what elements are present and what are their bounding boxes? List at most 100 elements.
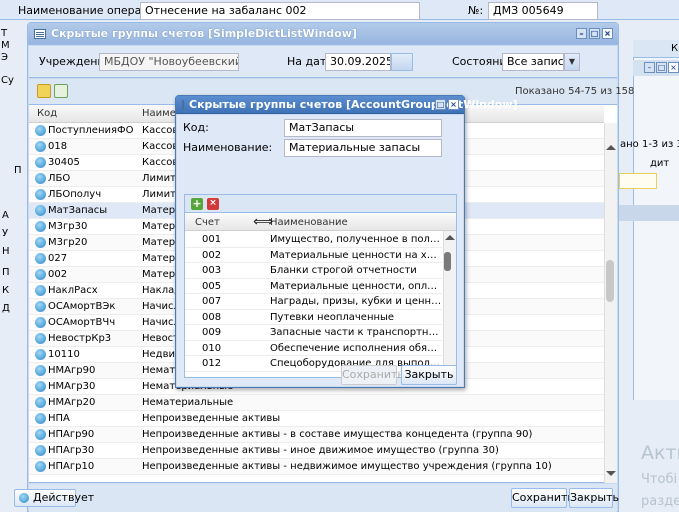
cell-account: 002 <box>202 249 222 261</box>
cell-account: 005 <box>202 280 222 292</box>
maximize-icon[interactable]: □ <box>656 62 667 73</box>
accounts-scroll-thumb[interactable] <box>444 252 451 271</box>
cell-code: ПоступленияФО <box>48 125 134 136</box>
record-status-icon <box>35 429 46 440</box>
column-header-account[interactable]: Счет <box>195 217 220 228</box>
accounts-header: Счет Наименование ⟺ <box>185 214 456 231</box>
status-button[interactable]: Действует <box>14 489 94 507</box>
edit-window-title: Скрытые группы счетов [AccountGroupEditW… <box>189 98 518 111</box>
column-header-name[interactable]: Наименование <box>270 217 348 228</box>
save-button[interactable]: Сохранить <box>341 365 404 385</box>
list-window-footer: Сохранить Закрыть <box>29 484 619 512</box>
table-row[interactable]: 001 Имущество, полученное в пользование <box>185 232 442 248</box>
accounts-grid: + × Счет Наименование ⟺ 001 Имущество, по… <box>184 194 457 378</box>
bg-fragment: П <box>2 267 10 278</box>
list-grid-scroll-thumb[interactable] <box>606 260 614 302</box>
cell-account: 008 <box>202 311 222 323</box>
edit-icon[interactable] <box>37 84 51 98</box>
table-row[interactable]: НПАгр30 Непроизведенные активы - иное дви… <box>29 443 604 459</box>
bg-fragment: К <box>671 43 679 54</box>
record-status-icon <box>35 381 46 392</box>
save-button[interactable]: Сохранить <box>511 488 574 508</box>
table-row[interactable]: 008 Путевки неоплаченные <box>185 310 442 325</box>
name-label: Наименование: <box>183 141 273 154</box>
institution-field[interactable]: МБДОУ "Новоубеевский детский <box>99 53 239 71</box>
minimize-icon[interactable]: – <box>644 62 655 73</box>
table-row[interactable]: 009 Запасные части к транспортным средств… <box>185 325 442 341</box>
number-field[interactable]: ДМЗ 005649 <box>488 2 598 20</box>
refresh-icon[interactable] <box>54 84 68 98</box>
close-icon[interactable]: × <box>602 28 613 39</box>
bg-fragment: Н <box>2 246 10 257</box>
delete-icon[interactable]: × <box>207 198 219 210</box>
cell-code: 002 <box>48 269 68 280</box>
maximize-icon[interactable]: □ <box>435 99 446 110</box>
cell-code: М3гр30 <box>48 221 88 232</box>
background-highlighted-cell[interactable] <box>619 173 657 189</box>
chevron-down-icon[interactable]: ▼ <box>564 53 580 71</box>
bg-fragment: Су <box>1 75 14 86</box>
record-status-icon <box>35 413 46 424</box>
record-status-icon <box>35 253 46 264</box>
record-status-icon <box>35 173 46 184</box>
table-row[interactable]: 005 Материальные ценности, оплаченные по … <box>185 279 442 294</box>
cell-code: ЛБОполуч <box>48 189 102 200</box>
record-status-icon <box>35 285 46 296</box>
cell-account: 009 <box>202 327 222 338</box>
cell-code: МатЗапасы <box>48 205 108 216</box>
background-column-header: дит <box>650 158 670 169</box>
list-grid-scrollbar[interactable] <box>604 123 617 483</box>
bg-fragment: Т <box>1 28 8 39</box>
scroll-up-icon[interactable] <box>606 145 616 150</box>
cell-code: ЛБО <box>48 173 71 184</box>
code-field[interactable]: МатЗапасы <box>284 119 442 137</box>
table-row[interactable]: НМАгр20 Нематериальные <box>29 395 604 411</box>
state-select[interactable]: Все записи <box>502 53 564 71</box>
window-icon <box>182 99 184 110</box>
cell-code: ОСАмортВЭк <box>48 301 116 312</box>
scroll-down-icon[interactable] <box>606 471 616 476</box>
table-row[interactable]: НПАгр10 Непроизведенные активы - недвижим… <box>29 459 604 475</box>
table-row[interactable]: 007 Награды, призы, кубки и ценные подарк… <box>185 294 442 310</box>
code-label: Код: <box>183 121 209 134</box>
minimize-icon[interactable]: – <box>576 28 587 39</box>
edit-window-title-bar[interactable]: Скрытые группы счетов [AccountGroupEditW… <box>176 96 518 114</box>
column-header-code[interactable]: Код <box>37 108 57 119</box>
table-row[interactable]: НПА Непроизведенные активы <box>29 411 604 427</box>
column-resize-icon[interactable]: ⟺ <box>253 214 273 230</box>
background-selected-row[interactable] <box>619 205 679 221</box>
list-window-title-bar[interactable]: Скрытые группы счетов [SimpleDictListWin… <box>28 23 618 45</box>
table-row[interactable]: 002 Материальные ценности на хранении <box>185 248 442 263</box>
activation-watermark: разде <box>641 494 679 509</box>
record-status-icon <box>35 445 46 456</box>
activation-watermark: Чтобі <box>641 472 678 487</box>
cell-name: Непроизведенные активы <box>142 413 281 424</box>
cell-account: 007 <box>202 296 222 307</box>
cell-name: Непроизведенные активы - недвижимое имущ… <box>142 461 552 472</box>
date-field[interactable]: 30.09.2025 <box>325 53 391 71</box>
calendar-icon[interactable] <box>391 53 413 71</box>
cell-code: НПАгр90 <box>48 429 95 440</box>
cell-name: Награды, призы, кубки и ценные подарки, … <box>270 296 442 307</box>
operation-field[interactable]: Отнесение на забаланс 002 <box>140 2 420 20</box>
table-row[interactable]: 010 Обеспечение исполнения обязательств <box>185 341 442 356</box>
table-row[interactable]: НПАгр90 Непроизведенные активы - в состав… <box>29 427 604 443</box>
add-icon[interactable]: + <box>191 198 203 210</box>
background-pager-text: ано 1-3 из 3 <box>620 139 679 150</box>
close-button[interactable]: Закрыть <box>401 365 457 385</box>
close-icon[interactable]: × <box>668 62 679 73</box>
scroll-up-icon[interactable] <box>445 235 455 240</box>
close-icon[interactable]: × <box>448 99 459 110</box>
close-button[interactable]: Закрыть <box>569 488 619 508</box>
record-status-icon <box>35 189 46 200</box>
cell-code: НМАгр90 <box>48 365 96 376</box>
background-right-toolbar: – □ × <box>633 60 679 76</box>
cell-name: Путевки неоплаченные <box>270 311 395 323</box>
record-status-icon <box>35 365 46 376</box>
record-status-icon <box>35 317 46 328</box>
paging-info: Показано 54-75 из 158 <box>515 86 635 97</box>
cell-account: 010 <box>202 342 222 354</box>
maximize-icon[interactable]: □ <box>589 28 600 39</box>
table-row[interactable]: 003 Бланки строгой отчетности <box>185 263 442 279</box>
name-field[interactable]: Материальные запасы <box>284 139 442 157</box>
